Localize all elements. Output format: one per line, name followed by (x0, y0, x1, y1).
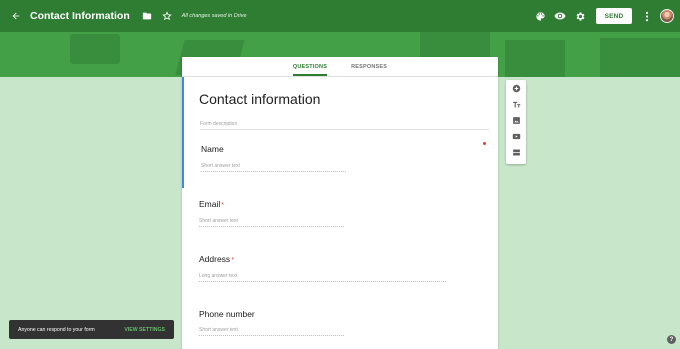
answer-placeholder: Short answer text (199, 218, 344, 227)
banner-decoration (420, 30, 490, 60)
question-item[interactable]: Name Short answer text (182, 134, 498, 188)
answer-placeholder: Short answer text (199, 327, 344, 336)
form-card: QUESTIONS RESPONSES Contact information … (182, 57, 498, 349)
save-status: All changes saved in Drive (181, 13, 247, 19)
question-item[interactable]: Phone number Short answer text (182, 298, 498, 338)
eye-icon[interactable] (552, 8, 568, 24)
question-title-text: Address (199, 254, 231, 264)
question-title[interactable]: Phone number (199, 309, 498, 319)
form-title[interactable]: Contact information (199, 91, 488, 107)
tab-questions[interactable]: QUESTIONS (292, 64, 328, 76)
form-tabs: QUESTIONS RESPONSES (182, 57, 498, 77)
banner-decoration (70, 34, 120, 64)
top-app-bar: Contact Information All changes saved in… (0, 0, 680, 32)
question-title[interactable]: Address* (199, 254, 498, 264)
section-icon[interactable] (511, 147, 521, 157)
banner-decoration (600, 38, 680, 77)
gear-icon[interactable] (572, 8, 588, 24)
star-outline-icon[interactable] (160, 9, 174, 23)
snackbar: Anyone can respond to your form VIEW SET… (9, 320, 174, 339)
image-icon[interactable] (511, 115, 521, 125)
question-title-text: Email (199, 199, 221, 209)
folder-icon[interactable] (140, 9, 154, 23)
tab-responses[interactable]: RESPONSES (351, 64, 387, 76)
top-bar-left: Contact Information All changes saved in… (0, 5, 247, 27)
question-title-text: Phone number (199, 309, 255, 319)
add-item-toolbar (506, 80, 526, 164)
arrow-back-icon[interactable] (5, 5, 27, 27)
question-title-text: Name (201, 144, 224, 154)
avatar[interactable] (660, 9, 674, 23)
question-title[interactable]: Email* (199, 199, 498, 209)
required-indicator (483, 142, 486, 145)
title-text-icon[interactable] (511, 99, 521, 109)
help-icon[interactable]: ? (667, 335, 676, 344)
send-button[interactable]: SEND (596, 8, 632, 24)
snackbar-message: Anyone can respond to your form (18, 326, 95, 333)
form-description-field[interactable]: Form description (200, 121, 489, 130)
more-vert-icon[interactable] (642, 8, 652, 24)
answer-placeholder: Long answer text (199, 273, 446, 282)
add-circle-icon[interactable] (511, 83, 521, 93)
view-settings-button[interactable]: VIEW SETTINGS (124, 327, 165, 333)
required-asterisk: * (221, 202, 224, 209)
answer-placeholder: Short answer text (201, 163, 346, 172)
video-icon[interactable] (511, 131, 521, 141)
required-asterisk: * (231, 257, 234, 264)
banner-decoration (505, 40, 565, 77)
question-item[interactable]: Email* Short answer text (182, 188, 498, 243)
top-bar-right: SEND (528, 0, 674, 32)
question-title[interactable]: Name (201, 144, 498, 154)
palette-icon[interactable] (532, 8, 548, 24)
question-item[interactable]: Address* Long answer text (182, 243, 498, 298)
form-name-title[interactable]: Contact Information (30, 10, 130, 22)
form-header-section[interactable]: Contact information Form description (182, 77, 498, 134)
